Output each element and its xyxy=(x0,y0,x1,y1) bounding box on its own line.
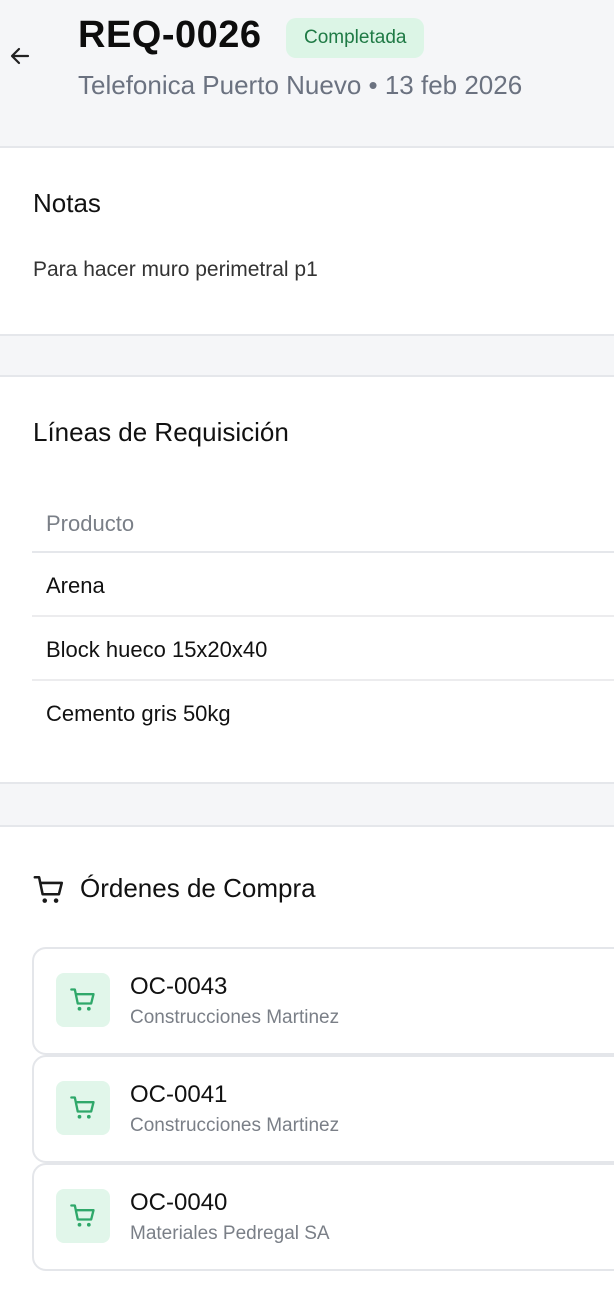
notes-text: Para hacer muro perimetral p1 xyxy=(33,258,318,281)
notes-title: Notas xyxy=(33,188,101,218)
page-header: REQ-0026 Completada Telefonica Puerto Nu… xyxy=(0,0,614,148)
purchase-orders-card: Órdenes de Compra OC-0043 Construcciones… xyxy=(0,825,614,1297)
requisition-lines-card: Líneas de Requisición Producto Arena Blo… xyxy=(0,375,614,784)
purchase-order-number: OC-0041 xyxy=(130,1081,228,1108)
page-subtitle: Telefonica Puerto Nuevo • 13 feb 2026 xyxy=(78,70,523,100)
purchase-order-supplier: Materiales Pedregal SA xyxy=(130,1223,330,1244)
product-cell: Arena xyxy=(46,573,105,598)
purchase-order-card[interactable]: OC-0041 Construcciones Martinez xyxy=(32,1055,614,1163)
column-header-product: Producto xyxy=(46,511,135,536)
product-cell: Block hueco 15x20x40 xyxy=(46,637,268,662)
table-header: Producto xyxy=(32,485,614,553)
arrow-left-icon xyxy=(10,44,30,72)
product-cell: Cemento gris 50kg xyxy=(46,701,231,726)
table-row[interactable]: Cemento gris 50kg xyxy=(32,681,614,743)
purchase-order-number: OC-0043 xyxy=(130,973,228,1000)
purchase-order-number: OC-0040 xyxy=(130,1189,228,1216)
purchase-order-card[interactable]: OC-0043 Construcciones Martinez xyxy=(32,947,614,1055)
requisition-lines-title: Líneas de Requisición xyxy=(33,417,289,447)
shopping-cart-icon xyxy=(56,1081,110,1135)
shopping-cart-icon xyxy=(56,1189,110,1243)
shopping-cart-icon xyxy=(32,873,66,907)
purchase-order-supplier: Construcciones Martinez xyxy=(130,1007,340,1028)
purchase-order-supplier: Construcciones Martinez xyxy=(130,1115,340,1136)
purchase-orders-title: Órdenes de Compra xyxy=(80,873,316,903)
shopping-cart-icon xyxy=(56,973,110,1027)
table-row[interactable]: Block hueco 15x20x40 xyxy=(32,617,614,681)
purchase-order-card[interactable]: OC-0040 Materiales Pedregal SA xyxy=(32,1163,614,1271)
notes-card: Notas Para hacer muro perimetral p1 xyxy=(0,146,614,336)
status-badge: Completada xyxy=(286,18,425,58)
table-row[interactable]: Arena xyxy=(32,553,614,617)
page-title: REQ-0026 xyxy=(78,14,262,56)
back-button[interactable] xyxy=(8,44,32,72)
